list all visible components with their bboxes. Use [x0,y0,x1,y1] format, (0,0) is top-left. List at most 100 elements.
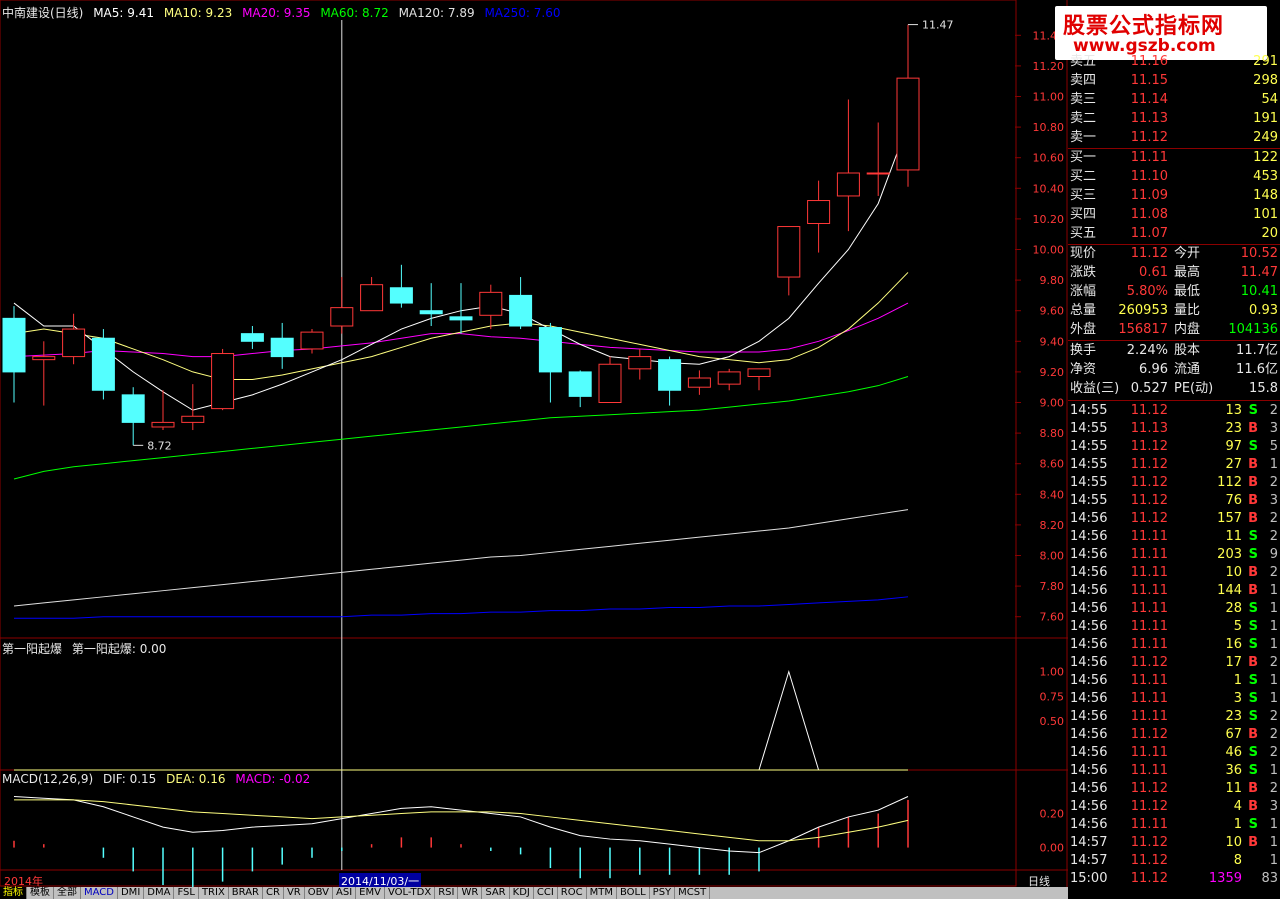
tab-macd[interactable]: MACD [81,887,118,899]
quote-key: 最高 [1174,265,1201,280]
quote-row: 现价 11.12 今开 10.52 [1068,245,1280,263]
stat-row: 净资 6.96 流通 11.6亿 [1068,361,1280,379]
tab-vol-tdx[interactable]: VOL-TDX [385,887,436,899]
chart-area[interactable]: 11.4011.2011.0010.8010.6010.4010.2010.00… [0,0,1068,887]
candle [181,384,205,431]
tick-price: 11.11 [1130,673,1168,688]
tick-price: 11.12 [1130,655,1168,670]
candle-body [509,294,533,327]
tab-roc[interactable]: ROC [558,887,587,899]
quote-value: 156817 [1118,322,1168,337]
quote-value: 10.41 [1240,284,1278,299]
sub1-name: 第一阳起爆 [2,642,63,656]
tick-count: 2 [1269,511,1278,526]
tick-side: B [1248,835,1258,850]
tick-row: 14:56 11.12 157 B 2 [1068,510,1280,528]
tick-volume: 203 [1217,547,1242,562]
tick-row: 14:55 11.12 112 B 2 [1068,474,1280,492]
tick-volume: 97 [1225,439,1242,454]
quote-key: 外盘 [1070,322,1097,337]
tick-price: 11.11 [1130,745,1168,760]
price-tick-label: 8.40 [1040,488,1065,501]
stat-row: 换手 2.24% 股本 11.7亿 [1068,342,1280,360]
candle [687,370,711,395]
ma20-legend: MA20: 9.35 [242,6,311,20]
candle-body [62,328,86,358]
bid-label: 买五 [1070,226,1097,241]
tab-dmi[interactable]: DMI [118,887,145,899]
ask-volume: 291 [1253,54,1278,69]
ask-label: 卖一 [1070,130,1097,145]
tick-price: 11.13 [1130,421,1168,436]
tab-vr[interactable]: VR [284,887,305,899]
tab-boll[interactable]: BOLL [617,887,650,899]
tab-rsi[interactable]: RSI [435,887,459,899]
candle [419,283,443,326]
tab-asi[interactable]: ASI [333,887,357,899]
candle-body [2,317,26,373]
tab-sar[interactable]: SAR [482,887,510,899]
ask-volume: 249 [1253,130,1278,145]
tab-fsl[interactable]: FSL [174,887,199,899]
tab-trix[interactable]: TRIX [199,887,229,899]
tick-time: 14:56 [1070,781,1108,796]
price-tick-label: 8.00 [1040,550,1065,563]
ma120-legend: MA120: 7.89 [398,6,475,20]
price-tick-label: 9.40 [1040,335,1065,348]
tick-time: 14:56 [1070,673,1108,688]
indicator-tabs: 指标 模板 全部 MACD DMI DMA FSL TRIX BRAR CR VR OBV ASI EMV… [0,887,1068,899]
tab-emv[interactable]: EMV [356,887,385,899]
tab-brar[interactable]: BRAR [229,887,263,899]
ma60-legend: MA60: 8.72 [320,6,389,20]
tick-row: 14:55 11.12 13 S 2 [1068,402,1280,420]
tab-cci[interactable]: CCI [534,887,558,899]
candle-body [777,226,801,278]
candle [330,277,354,334]
price-tick-label: 9.60 [1040,305,1065,318]
tick-side: S [1248,709,1258,724]
tab-psy[interactable]: PSY [650,887,676,899]
tick-count: 3 [1269,493,1278,508]
ask-price: 11.12 [1130,130,1168,145]
tick-price: 11.12 [1130,457,1168,472]
macd-dif: DIF: 0.15 [102,772,157,786]
macd-tick-label: 0.20 [1040,808,1065,821]
stat-key: 换手 [1070,343,1097,358]
quote-panel: 卖五 11.16 291 卖四 11.15 298 卖三 11.14 54 卖二 11.13 191 卖… [1068,0,1280,899]
stat-value: 15.8 [1249,381,1278,396]
tick-row: 14:56 11.12 4 B 3 [1068,798,1280,816]
tick-row: 14:56 11.11 23 S 2 [1068,708,1280,726]
quote-value: 11.12 [1130,246,1168,261]
tick-count: 2 [1269,745,1278,760]
candle-body [419,310,443,315]
bid-row: 买五 11.07 20 [1068,225,1280,243]
tab-kdj[interactable]: KDJ [510,887,534,899]
tab-全部[interactable]: 全部 [54,887,81,899]
tick-time: 14:56 [1070,763,1108,778]
candle-body [270,337,294,358]
tick-count: 1 [1269,457,1278,472]
tab-obv[interactable]: OBV [305,887,333,899]
candle [240,326,264,349]
quote-value: 260953 [1118,303,1168,318]
bid-price: 11.08 [1130,207,1168,222]
tab-模板[interactable]: 模板 [27,887,54,899]
price-tick-label: 9.00 [1040,397,1065,410]
tick-price: 11.12 [1130,403,1168,418]
bid-row: 买三 11.09 148 [1068,187,1280,205]
tab-指标[interactable]: 指标 [0,887,27,899]
price-tick-label: 10.80 [1033,121,1065,134]
tick-time: 14:56 [1070,691,1108,706]
candle-body [568,371,592,397]
tab-mcst[interactable]: MCST [675,887,711,899]
tab-cr[interactable]: CR [263,887,284,899]
tab-dma[interactable]: DMA [144,887,175,899]
stat-value: 0.527 [1130,381,1168,396]
tab-wr[interactable]: WR [458,887,483,899]
tick-count: 1 [1269,673,1278,688]
ask-label: 卖五 [1070,54,1097,69]
tick-count: 2 [1269,565,1278,580]
tab-mtm[interactable]: MTM [587,887,617,899]
tick-row: 14:56 11.11 16 S 1 [1068,636,1280,654]
bid-price: 11.10 [1130,169,1168,184]
